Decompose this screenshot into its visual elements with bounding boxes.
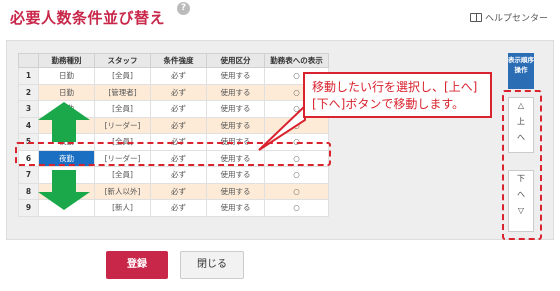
move-up-label: 上 <box>517 117 525 126</box>
cell-staff: [新人以外] <box>94 182 151 200</box>
sort-order-header-label: 表示順序操作 <box>508 56 534 74</box>
title-bar: 必要人数条件並び替え ? ヘルプセンター <box>0 0 560 34</box>
cell-usage: 使用する <box>206 83 265 101</box>
cell-strength: 必ず <box>150 67 207 85</box>
instruction-callout: 移動したい行を選択し、[上へ][下へ]ボタンで移動します。 <box>303 72 492 118</box>
sort-order-header: 表示順序操作 <box>508 53 534 89</box>
help-question-icon[interactable]: ? <box>177 2 190 15</box>
row-number: 8 <box>18 182 39 200</box>
cell-strength: 必ず <box>150 182 207 200</box>
cell-shift: 日勤 <box>38 83 95 101</box>
row-number: 7 <box>18 166 39 184</box>
cell-usage: 使用する <box>206 166 265 184</box>
cell-shift: 日勤 <box>38 67 95 85</box>
close-button[interactable]: 閉じる <box>180 251 244 279</box>
col-header-display: 勤務表への表示 <box>264 53 329 68</box>
row-number: 9 <box>18 199 39 217</box>
cell-staff: [管理者] <box>94 83 151 101</box>
move-bottom-icon[interactable]: ▽ <box>509 203 533 219</box>
help-center-link[interactable]: ヘルプセンター <box>469 11 548 24</box>
table-header-row: 勤務種別 スタッフ 条件強度 使用区分 勤務表への表示 <box>18 53 329 68</box>
row-number: 1 <box>18 67 39 85</box>
cell-display: ○ <box>264 199 329 217</box>
move-down-arrow-icon <box>38 170 90 210</box>
cell-usage: 使用する <box>206 182 265 200</box>
help-center-label: ヘルプセンター <box>484 14 548 24</box>
book-icon <box>469 13 482 22</box>
row-number: 4 <box>18 116 39 134</box>
cell-staff: [新人] <box>94 199 151 217</box>
move-up-kana: へ <box>517 133 525 142</box>
col-header-staff: スタッフ <box>94 53 151 68</box>
cell-staff: [全員] <box>94 166 151 184</box>
cell-display: ○ <box>264 166 329 184</box>
move-down-button[interactable]: 下 へ ▽ <box>508 170 534 232</box>
cell-strength: 必ず <box>150 199 207 217</box>
row-number: 2 <box>18 83 39 101</box>
cell-strength: 必ず <box>150 100 207 118</box>
row-number: 3 <box>18 100 39 118</box>
table-row[interactable]: 2 日勤 [管理者] 必ず 使用する ○ <box>18 83 329 101</box>
cell-strength: 必ず <box>150 166 207 184</box>
move-top-icon[interactable]: △ <box>509 98 533 114</box>
move-up-arrow-icon <box>38 102 90 142</box>
col-header-usage: 使用区分 <box>206 53 265 68</box>
cell-strength: 必ず <box>150 83 207 101</box>
col-header-shift: 勤務種別 <box>38 53 95 68</box>
callout-text: 移動したい行を選択し、[上へ][下へ]ボタンで移動します。 <box>312 80 478 111</box>
cell-staff: [全員] <box>94 67 151 85</box>
cell-staff: [リーダー] <box>94 116 151 134</box>
cell-strength: 必ず <box>150 116 207 134</box>
col-header-strength: 条件強度 <box>150 53 207 68</box>
col-header-no <box>18 53 39 68</box>
table-row[interactable]: 1 日勤 [全員] 必ず 使用する ○ <box>18 67 329 85</box>
page-title: 必要人数条件並び替え <box>10 9 166 27</box>
cell-usage: 使用する <box>206 199 265 217</box>
move-down-label: 下 <box>517 174 525 183</box>
register-button[interactable]: 登録 <box>106 251 168 279</box>
move-up-button[interactable]: △ 上 へ <box>508 97 534 153</box>
move-down-kana: へ <box>517 190 525 199</box>
cell-staff: [全員] <box>94 100 151 118</box>
cell-display: ○ <box>264 182 329 200</box>
cell-usage: 使用する <box>206 67 265 85</box>
